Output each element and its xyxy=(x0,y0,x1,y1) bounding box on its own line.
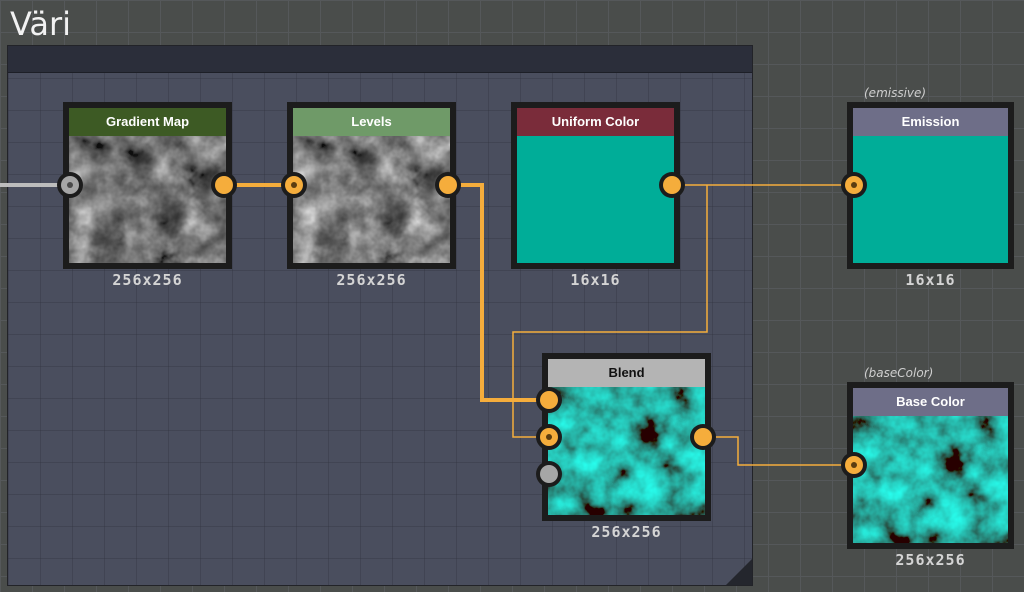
node-levels[interactable]: Levels xyxy=(287,102,456,269)
node-resolution-label: 256x256 xyxy=(591,523,662,541)
input-port[interactable] xyxy=(281,172,307,198)
input-port[interactable] xyxy=(841,172,867,198)
node-title: Gradient Map xyxy=(69,108,226,136)
input-port[interactable] xyxy=(57,172,83,198)
node-resolution-label: 256x256 xyxy=(895,551,966,569)
output-port[interactable] xyxy=(211,172,237,198)
output-usage-tag: (emissive) xyxy=(864,86,927,100)
link-blend-to-basecolor[interactable] xyxy=(714,436,844,466)
node-uniform-color[interactable]: Uniform Color xyxy=(511,102,680,269)
node-thumbnail xyxy=(853,136,1008,263)
input-port[interactable] xyxy=(841,452,867,478)
node-title: Blend xyxy=(548,359,705,387)
node-thumbnail xyxy=(853,416,1008,543)
node-title: Levels xyxy=(293,108,450,136)
node-resolution-label: 256x256 xyxy=(336,271,407,289)
output-port[interactable] xyxy=(690,424,716,450)
node-resolution-label: 16x16 xyxy=(905,271,956,289)
node-resolution-label: 16x16 xyxy=(570,271,621,289)
node-thumbnail xyxy=(548,387,705,515)
node-title: Emission xyxy=(853,108,1008,136)
node-thumbnail xyxy=(69,136,226,263)
input-port-mask[interactable] xyxy=(536,461,562,487)
node-thumbnail xyxy=(293,136,450,263)
output-port[interactable] xyxy=(435,172,461,198)
input-port-background[interactable] xyxy=(536,424,562,450)
node-title: Base Color xyxy=(853,388,1008,416)
output-port[interactable] xyxy=(659,172,685,198)
node-emission-output[interactable]: Emission xyxy=(847,102,1014,269)
node-thumbnail xyxy=(517,136,674,263)
node-gradient-map[interactable]: Gradient Map xyxy=(63,102,232,269)
node-resolution-label: 256x256 xyxy=(112,271,183,289)
output-usage-tag: (baseColor) xyxy=(864,366,934,380)
node-title: Uniform Color xyxy=(517,108,674,136)
node-base-color-output[interactable]: Base Color xyxy=(847,382,1014,549)
input-port-foreground[interactable] xyxy=(536,387,562,413)
node-blend[interactable]: Blend xyxy=(542,353,711,521)
